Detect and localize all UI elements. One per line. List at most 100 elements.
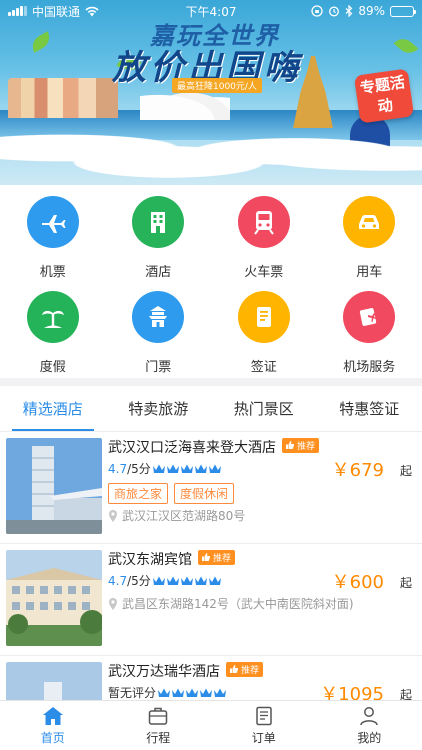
crown-icon	[214, 688, 227, 697]
status-right: 89%	[311, 4, 416, 18]
hotel-name: 武汉东湖宾馆 推荐	[108, 549, 236, 569]
tab-visa-deals[interactable]: 特惠签证	[317, 386, 422, 431]
hotel-tags: 商旅之家 度假休闲	[108, 483, 235, 504]
tab-popular-attractions[interactable]: 热门景区	[211, 386, 317, 431]
price-suffix: 起	[399, 464, 412, 478]
hotel-address-text: 武昌区东湖路142号（武大中南医院斜对面)	[122, 597, 354, 611]
bottom-tab-bar: 首页 行程 订单 我的	[0, 700, 422, 750]
service-label: 用车	[356, 265, 383, 280]
hotel-address: 武昌区东湖路142号（武大中南医院斜对面)	[106, 595, 354, 612]
thumbs-up-icon	[202, 553, 211, 561]
rating-score: 4.7	[108, 461, 128, 476]
banner-town-illustration	[8, 78, 118, 118]
crown-icon	[166, 464, 179, 473]
content-tabs: 精选酒店 特卖旅游 热门景区 特惠签证	[0, 386, 422, 432]
nav-itinerary[interactable]: 行程	[106, 701, 212, 750]
leaf-decoration	[28, 31, 54, 53]
service-label: 机票	[39, 265, 66, 280]
service-label: 机场服务	[343, 360, 396, 375]
hotel-name-text: 武汉万达瑞华酒店	[108, 664, 220, 680]
tab-sale-tours[interactable]: 特卖旅游	[106, 386, 212, 431]
nav-label: 行程	[146, 731, 171, 745]
hotel-rating: 暂无评分	[108, 684, 227, 701]
crown-icon	[200, 688, 213, 697]
status-bar: 中国联通 下午4:07 89%	[0, 0, 422, 22]
crown-icon	[180, 464, 193, 473]
nav-profile[interactable]: 我的	[317, 701, 422, 750]
hotel-name: 武汉汉口泛海喜来登大酒店 推荐	[108, 437, 320, 457]
recommend-badge-label: 推荐	[213, 553, 232, 564]
service-icon-bg	[237, 291, 290, 343]
status-left: 中国联通	[8, 3, 99, 20]
nav-home[interactable]: 首页	[0, 701, 106, 750]
suitcase-icon	[149, 707, 168, 725]
hotel-photo	[6, 550, 102, 646]
carrier-label: 中国联通	[32, 4, 81, 19]
banner-flowers	[0, 120, 422, 185]
location-pin-icon	[109, 509, 117, 522]
temple-ticket-icon	[149, 306, 168, 327]
car-icon	[359, 215, 380, 229]
crown-icon	[186, 688, 199, 697]
service-icon-bg	[237, 196, 290, 248]
wifi-icon	[85, 6, 99, 16]
recommend-badge: 推荐	[198, 549, 236, 565]
hotel-name-text: 武汉东湖宾馆	[108, 552, 192, 568]
service-icon-bg	[343, 196, 396, 248]
alarm-icon	[329, 6, 340, 17]
service-visa[interactable]: 签证	[211, 285, 317, 380]
tab-featured-hotels[interactable]: 精选酒店	[0, 386, 106, 431]
hotel-card[interactable]: 武汉汉口泛海喜来登大酒店 推荐 4.7/5分 ￥679 起 商旅之家 度假休闲 武…	[0, 432, 422, 544]
rating-suffix: /5分	[127, 574, 151, 588]
crown-icon	[180, 576, 193, 585]
service-icon-bg	[26, 291, 79, 343]
crown-rating	[152, 463, 222, 475]
recommend-badge-label: 推荐	[297, 441, 316, 452]
nav-label: 我的	[357, 731, 382, 745]
service-label: 火车票	[244, 265, 284, 280]
service-train[interactable]: 火车票	[211, 190, 317, 285]
service-hotel[interactable]: 酒店	[106, 190, 212, 285]
recommend-badge: 推荐	[226, 661, 264, 677]
promo-topic-badge[interactable]: 专题活动	[353, 68, 415, 124]
hotel-card[interactable]: 武汉东湖宾馆 推荐 4.7/5分 ￥600 起 武昌区东湖路142号（武大中南医院…	[0, 544, 422, 656]
crown-rating	[152, 575, 222, 587]
train-icon	[253, 211, 274, 235]
rating-score: 暂无评分	[108, 686, 157, 700]
nav-orders[interactable]: 订单	[211, 701, 317, 750]
service-vacation[interactable]: 度假	[0, 285, 106, 380]
service-icon-bg	[132, 291, 185, 343]
home-icon	[42, 707, 63, 725]
hotel-rating: 4.7/5分	[108, 572, 222, 589]
nav-label: 首页	[40, 731, 65, 745]
recommend-badge-label: 推荐	[241, 665, 260, 676]
crown-icon	[152, 576, 165, 585]
promo-topic-label: 专题活动	[358, 73, 407, 116]
order-list-icon	[256, 706, 272, 726]
hotel-address: 武汉江汉区范湖路80号	[106, 507, 245, 524]
hotel-name: 武汉万达瑞华酒店 推荐	[108, 661, 264, 681]
price-suffix: 起	[399, 576, 412, 590]
hotel-photo	[6, 438, 102, 534]
service-icon-bg	[132, 196, 185, 248]
service-flight[interactable]: 机票	[0, 190, 106, 285]
location-pin-icon	[109, 597, 117, 610]
hotel-tag: 商旅之家	[108, 483, 169, 504]
user-icon	[360, 707, 378, 726]
service-airport[interactable]: 机场服务	[317, 285, 422, 380]
service-label: 门票	[145, 360, 172, 375]
hotel-tag: 度假休闲	[174, 483, 235, 504]
service-icon-bg	[26, 196, 79, 248]
bluetooth-icon	[345, 5, 353, 17]
service-tickets[interactable]: 门票	[106, 285, 212, 380]
service-car[interactable]: 用车	[317, 190, 422, 285]
hotel-rating: 4.7/5分	[108, 460, 222, 477]
promo-banner[interactable]: 嘉玩全世界 放价出国嗨 最高狂降1000元/人 专题活动	[0, 0, 422, 185]
crown-icon	[172, 688, 185, 697]
hotel-building-icon	[151, 212, 166, 233]
thumbs-up-icon	[230, 665, 239, 673]
battery-percent: 89%	[358, 4, 385, 18]
palm-tree-icon	[41, 310, 64, 328]
recommend-badge: 推荐	[282, 437, 320, 453]
crown-icon	[208, 576, 221, 585]
